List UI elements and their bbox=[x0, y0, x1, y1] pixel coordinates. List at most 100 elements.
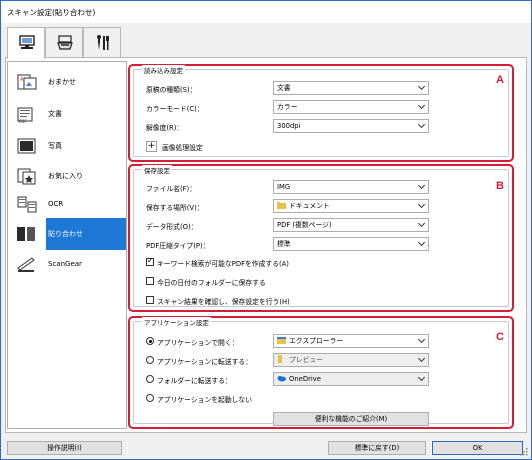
tab-scan-from-computer[interactable] bbox=[7, 27, 45, 59]
sidebar-item-stitch[interactable]: 貼り合わせ bbox=[8, 218, 126, 250]
sidebar-item-scangear[interactable]: ScanGear bbox=[8, 250, 126, 278]
sidebar-item-label: OCR bbox=[48, 200, 64, 208]
tab-general-settings[interactable] bbox=[83, 27, 121, 57]
date-folder-label: 今日の日付のフォルダーに保存する bbox=[157, 279, 266, 287]
save-in-label: 保存する場所(V)： bbox=[146, 204, 204, 212]
send-to-app-value: プレビュー bbox=[289, 356, 323, 364]
data-format-select[interactable]: PDF (複数ページ) bbox=[273, 218, 429, 232]
chevron-down-icon bbox=[417, 373, 426, 382]
image-processing-label: 画像処理設定 bbox=[162, 144, 203, 152]
confirm-results-label: スキャン結果を確認し、保存設定を行う(H) bbox=[157, 298, 290, 306]
chevron-down-icon bbox=[417, 120, 426, 129]
do-not-start-app-label: アプリケーションを起動しない bbox=[157, 396, 253, 404]
scan-options-title: 読み込み設定 bbox=[142, 65, 185, 75]
open-with-app-label: アプリケーションで開く： bbox=[157, 339, 239, 347]
scan-settings-window: スキャン設定(貼り合わせ) A おまかせ PDF 文書 写真 お気に入り OCR… bbox=[0, 0, 532, 460]
computer-scan-icon bbox=[19, 35, 35, 49]
resolution-value: 300dpi bbox=[277, 122, 301, 130]
chevron-down-icon bbox=[417, 200, 426, 209]
data-format-value: PDF (複数ページ) bbox=[277, 221, 332, 229]
send-to-folder-value: OneDrive bbox=[289, 375, 321, 383]
document-type-label: 原稿の種類(S)： bbox=[146, 86, 197, 94]
svg-text:PDF: PDF bbox=[19, 119, 27, 124]
send-to-folder-label: フォルダーに転送する： bbox=[157, 377, 232, 385]
sidebar-item-label: 文書 bbox=[48, 110, 62, 118]
explorer-icon bbox=[277, 337, 286, 344]
onedrive-icon bbox=[277, 376, 286, 382]
application-settings-title: アプリケーション設定 bbox=[142, 317, 211, 327]
send-to-folder-radio[interactable] bbox=[146, 375, 154, 383]
auto-scan-icon: A bbox=[17, 74, 37, 90]
preview-icon bbox=[278, 355, 282, 363]
tab-scan-from-operation-panel[interactable] bbox=[45, 27, 83, 57]
sidebar-item-document[interactable]: PDF 文書 bbox=[8, 100, 126, 128]
file-name-label: ファイル名(F)： bbox=[146, 185, 196, 193]
save-in-select[interactable]: ドキュメント bbox=[273, 199, 429, 213]
sidebar-item-label: 貼り合わせ bbox=[46, 218, 126, 250]
resize-grip-icon[interactable] bbox=[520, 448, 528, 456]
do-not-start-app-radio[interactable] bbox=[146, 394, 154, 402]
chevron-down-icon bbox=[417, 354, 426, 363]
keyword-search-pdf-checkbox[interactable] bbox=[146, 256, 154, 266]
chevron-down-icon bbox=[417, 219, 426, 228]
color-mode-select[interactable]: カラー bbox=[273, 100, 429, 114]
open-with-app-select[interactable]: エクスプローラー bbox=[273, 334, 429, 348]
ok-button[interactable]: OK bbox=[432, 441, 523, 455]
more-functions-button[interactable]: 便利な機能のご紹介(M) bbox=[273, 412, 429, 426]
date-folder-checkbox[interactable] bbox=[146, 277, 154, 285]
keyword-search-pdf-label: キーワード検索が可能なPDFを作成する(A) bbox=[157, 260, 289, 268]
document-type-select[interactable]: 文書 bbox=[273, 81, 429, 95]
folder-icon bbox=[277, 202, 286, 209]
send-to-app-select[interactable]: プレビュー bbox=[273, 353, 429, 367]
chevron-down-icon bbox=[417, 82, 426, 91]
save-settings-title: 保存設定 bbox=[142, 165, 172, 175]
send-to-folder-select[interactable]: OneDrive bbox=[273, 372, 429, 386]
defaults-button[interactable]: 標準に戻す(D) bbox=[328, 441, 426, 455]
sidebar-item-label: おまかせ bbox=[48, 78, 76, 86]
ocr-icon bbox=[17, 196, 37, 213]
file-name-value: IMG bbox=[277, 183, 291, 191]
save-in-value: ドキュメント bbox=[289, 202, 330, 210]
sidebar-item-label: ScanGear bbox=[48, 260, 82, 268]
section-marker-b: B bbox=[496, 180, 504, 192]
photo-icon bbox=[17, 138, 36, 154]
sidebar-item-ocr[interactable]: OCR bbox=[8, 190, 126, 218]
window-title: スキャン設定(貼り合わせ) bbox=[7, 8, 96, 17]
chevron-down-icon bbox=[417, 101, 426, 110]
color-mode-label: カラーモード(C)： bbox=[146, 105, 204, 113]
scan-mode-list: A おまかせ PDF 文書 写真 お気に入り OCR 貼り合わせ ScanGea… bbox=[7, 61, 127, 429]
open-with-app-radio[interactable] bbox=[146, 337, 154, 345]
sidebar-item-label: 写真 bbox=[48, 142, 62, 150]
send-to-app-label: アプリケーションに転送する： bbox=[157, 358, 253, 366]
stitch-icon bbox=[17, 226, 35, 242]
title-bar: スキャン設定(貼り合わせ) bbox=[1, 1, 531, 23]
open-with-app-value: エクスプローラー bbox=[289, 337, 344, 345]
resolution-label: 解像度(R)： bbox=[146, 124, 184, 132]
sidebar-item-label: お気に入り bbox=[48, 172, 83, 180]
section-marker-c: C bbox=[496, 331, 504, 343]
pdf-compression-select[interactable]: 標準 bbox=[273, 237, 429, 251]
document-type-value: 文書 bbox=[277, 84, 291, 92]
resolution-select[interactable]: 300dpi bbox=[273, 119, 429, 133]
svg-text:A: A bbox=[20, 77, 24, 83]
favorite-icon bbox=[17, 168, 36, 185]
file-name-select[interactable]: IMG bbox=[273, 180, 429, 194]
pdf-compression-label: PDF圧縮タイプ(P)： bbox=[146, 242, 210, 250]
expand-image-processing-button[interactable]: + bbox=[146, 141, 157, 152]
instructions-button[interactable]: 操作説明(I) bbox=[7, 441, 122, 455]
color-mode-value: カラー bbox=[277, 103, 298, 111]
chevron-down-icon bbox=[417, 181, 426, 190]
send-to-app-radio[interactable] bbox=[146, 356, 154, 364]
sidebar-item-auto[interactable]: A おまかせ bbox=[8, 68, 126, 96]
scanner-panel-icon bbox=[57, 35, 73, 50]
chevron-down-icon bbox=[417, 335, 426, 344]
tools-icon bbox=[97, 35, 109, 50]
sidebar-item-photo[interactable]: 写真 bbox=[8, 132, 126, 160]
data-format-label: データ形式(O)： bbox=[146, 223, 198, 231]
section-marker-a: A bbox=[496, 74, 504, 86]
chevron-down-icon bbox=[417, 238, 426, 247]
save-settings-group: 保存設定 B ファイル名(F)： IMG 保存する場所(V)： ドキュメント デ… bbox=[128, 164, 514, 312]
application-settings-group: アプリケーション設定 C アプリケーションで開く： エクスプローラー アプリケー… bbox=[128, 316, 514, 429]
confirm-results-checkbox[interactable] bbox=[146, 296, 154, 304]
sidebar-item-favorites[interactable]: お気に入り bbox=[8, 162, 126, 190]
